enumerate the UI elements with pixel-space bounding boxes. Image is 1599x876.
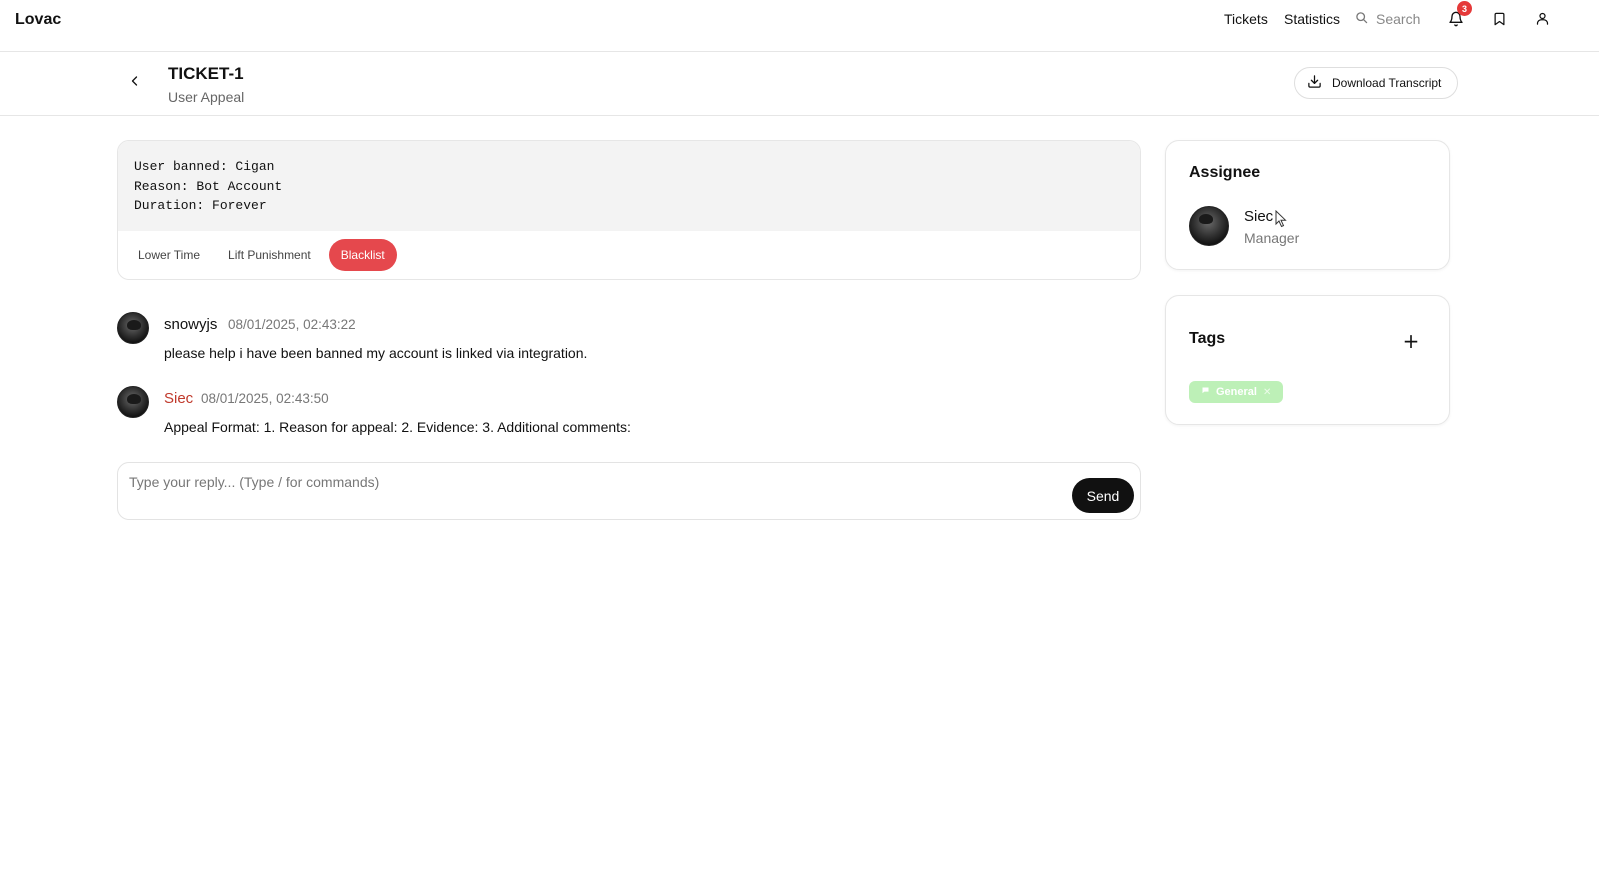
- message-author[interactable]: Siec: [164, 390, 193, 407]
- blacklist-button[interactable]: Blacklist: [328, 239, 397, 271]
- ticket-header: TICKET-1 User Appeal Download Transcript: [0, 52, 1599, 116]
- lower-time-button[interactable]: Lower Time: [128, 239, 210, 271]
- message-author[interactable]: snowyjs: [164, 316, 217, 333]
- download-icon: [1307, 74, 1322, 92]
- punishment-details: User banned: Cigan Reason: Bot Account D…: [118, 141, 1140, 231]
- ticket-category: User Appeal: [168, 89, 245, 105]
- tags-title: Tags: [1189, 330, 1226, 347]
- assignee-name[interactable]: Siec: [1244, 208, 1273, 225]
- message-item: Siec 08/01/2025, 02:43:50 Appeal Format:…: [117, 386, 1141, 446]
- nav-tickets[interactable]: Tickets: [1224, 11, 1268, 27]
- search-box[interactable]: [1355, 11, 1448, 27]
- top-navbar: Lovac Tickets Statistics 3: [0, 0, 1599, 52]
- message-body: Appeal Format: 1. Reason for appeal: 2. …: [164, 419, 631, 435]
- avatar[interactable]: [117, 312, 149, 344]
- assignee-role: Manager: [1244, 230, 1300, 246]
- brand-logo[interactable]: Lovac: [15, 11, 61, 29]
- message-timestamp: 08/01/2025, 02:43:22: [228, 317, 356, 332]
- back-button[interactable]: [124, 72, 146, 94]
- lift-punishment-button[interactable]: Lift Punishment: [218, 239, 321, 271]
- punishment-reason-line: Reason: Bot Account: [134, 178, 283, 194]
- reply-input[interactable]: [129, 471, 1059, 493]
- punishment-duration-line: Duration: Forever: [134, 198, 267, 213]
- tag-chip[interactable]: General ✕: [1189, 381, 1284, 403]
- speech-bubble-icon: [1201, 386, 1210, 398]
- avatar[interactable]: [1189, 206, 1229, 246]
- nav-statistics[interactable]: Statistics: [1284, 11, 1340, 27]
- tag-label: General: [1216, 386, 1257, 398]
- send-button[interactable]: Send: [1072, 478, 1134, 513]
- reply-composer: Send: [117, 462, 1141, 520]
- bookmark-icon: [1492, 11, 1507, 32]
- add-tag-button[interactable]: +: [1400, 330, 1422, 352]
- search-icon: [1355, 11, 1368, 27]
- notifications-button[interactable]: 3: [1445, 1, 1472, 32]
- profile-button[interactable]: [1531, 10, 1553, 32]
- message-item: snowyjs 08/01/2025, 02:43:22 please help…: [117, 312, 1141, 372]
- remove-tag-icon[interactable]: ✕: [1263, 387, 1271, 398]
- message-timestamp: 08/01/2025, 02:43:50: [201, 391, 329, 406]
- search-input[interactable]: [1376, 11, 1448, 27]
- message-body: please help i have been banned my accoun…: [164, 345, 588, 361]
- punishment-actions: Lower Time Lift Punishment Blacklist: [118, 239, 405, 271]
- chevron-left-icon: [129, 74, 141, 92]
- download-transcript-label: Download Transcript: [1332, 76, 1442, 90]
- ticket-title: TICKET-1: [168, 64, 244, 83]
- download-transcript-button[interactable]: Download Transcript: [1294, 67, 1458, 99]
- bookmarks-button[interactable]: [1488, 10, 1510, 32]
- plus-icon: +: [1402, 329, 1420, 353]
- notification-count-badge: 3: [1457, 1, 1472, 16]
- user-icon: [1535, 11, 1550, 31]
- assignee-card: Assignee Siec Manager: [1165, 140, 1450, 270]
- punishment-card: User banned: Cigan Reason: Bot Account D…: [117, 140, 1141, 280]
- punishment-user-line: User banned: Cigan: [134, 159, 275, 174]
- avatar[interactable]: [117, 386, 149, 418]
- assignee-title: Assignee: [1189, 164, 1261, 181]
- tags-card: Tags + General ✕: [1165, 295, 1450, 425]
